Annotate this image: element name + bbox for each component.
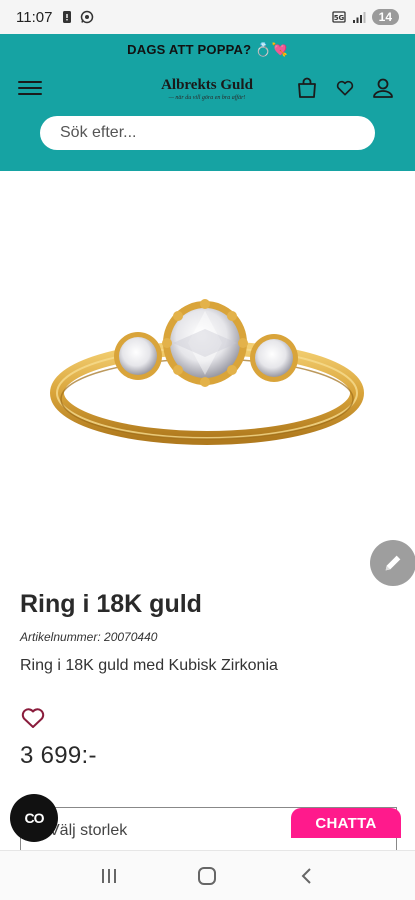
menu-icon <box>18 81 42 83</box>
account-button[interactable] <box>368 73 398 103</box>
product-description: Ring i 18K guld med Kubisk Zirkonia <box>20 657 278 674</box>
article-label: Artikelnummer: <box>20 630 101 644</box>
recent-apps-button[interactable] <box>89 861 129 891</box>
search-bar[interactable] <box>40 116 375 150</box>
site-header: DAGS ATT POPPA? 💍💘 Albrekts Guld — när d… <box>0 34 415 171</box>
chat-button[interactable]: CHATTA <box>291 808 401 838</box>
header-nav: Albrekts Guld — när du vill göra en bra … <box>0 69 415 109</box>
battery-indicator: 14 <box>371 9 399 25</box>
add-to-wishlist-button[interactable] <box>20 706 46 730</box>
logo-text: Albrekts Guld <box>161 77 253 93</box>
status-time: 11:07 <box>16 8 53 26</box>
wishlist-header-button[interactable] <box>330 73 360 103</box>
product-price: 3 699:- <box>20 742 97 769</box>
status-bar: 11:07 5G 14 <box>0 0 415 34</box>
shopping-bag-icon <box>298 77 316 98</box>
sim-alert-icon <box>63 11 72 23</box>
menu-button[interactable] <box>18 77 42 99</box>
signal-icon <box>352 12 366 23</box>
search-input[interactable] <box>60 124 355 142</box>
pencil-icon <box>385 555 401 571</box>
promo-banner[interactable]: DAGS ATT POPPA? 💍💘 <box>0 42 415 58</box>
cart-button[interactable] <box>292 73 322 103</box>
user-icon <box>373 78 393 98</box>
home-button[interactable] <box>187 861 227 891</box>
size-select-label: Välj storlek <box>49 822 128 839</box>
recent-apps-icon <box>102 868 117 883</box>
product-title: Ring i 18K guld <box>20 590 202 618</box>
back-button[interactable] <box>286 861 326 891</box>
edit-button[interactable] <box>370 540 415 586</box>
ring-image <box>50 299 364 445</box>
network-5g-icon: 5G <box>331 11 346 23</box>
product-image[interactable] <box>0 171 415 581</box>
system-nav-bar <box>0 850 415 900</box>
logo-tagline: — när du vill göra en bra affär! <box>168 95 246 101</box>
cookie-consent-button[interactable]: CO <box>10 794 58 842</box>
article-value: 20070440 <box>104 630 158 644</box>
whatsapp-icon <box>81 10 94 24</box>
svg-text:5G: 5G <box>333 14 344 22</box>
cookie-consent-label: CO <box>24 810 45 826</box>
home-icon <box>198 866 217 885</box>
back-chevron-icon <box>301 867 311 884</box>
site-logo[interactable]: Albrekts Guld — när du vill göra en bra … <box>148 71 266 105</box>
heart-outline-icon <box>21 708 45 728</box>
heart-icon <box>336 80 354 96</box>
article-number: Artikelnummer: 20070440 <box>20 630 157 644</box>
